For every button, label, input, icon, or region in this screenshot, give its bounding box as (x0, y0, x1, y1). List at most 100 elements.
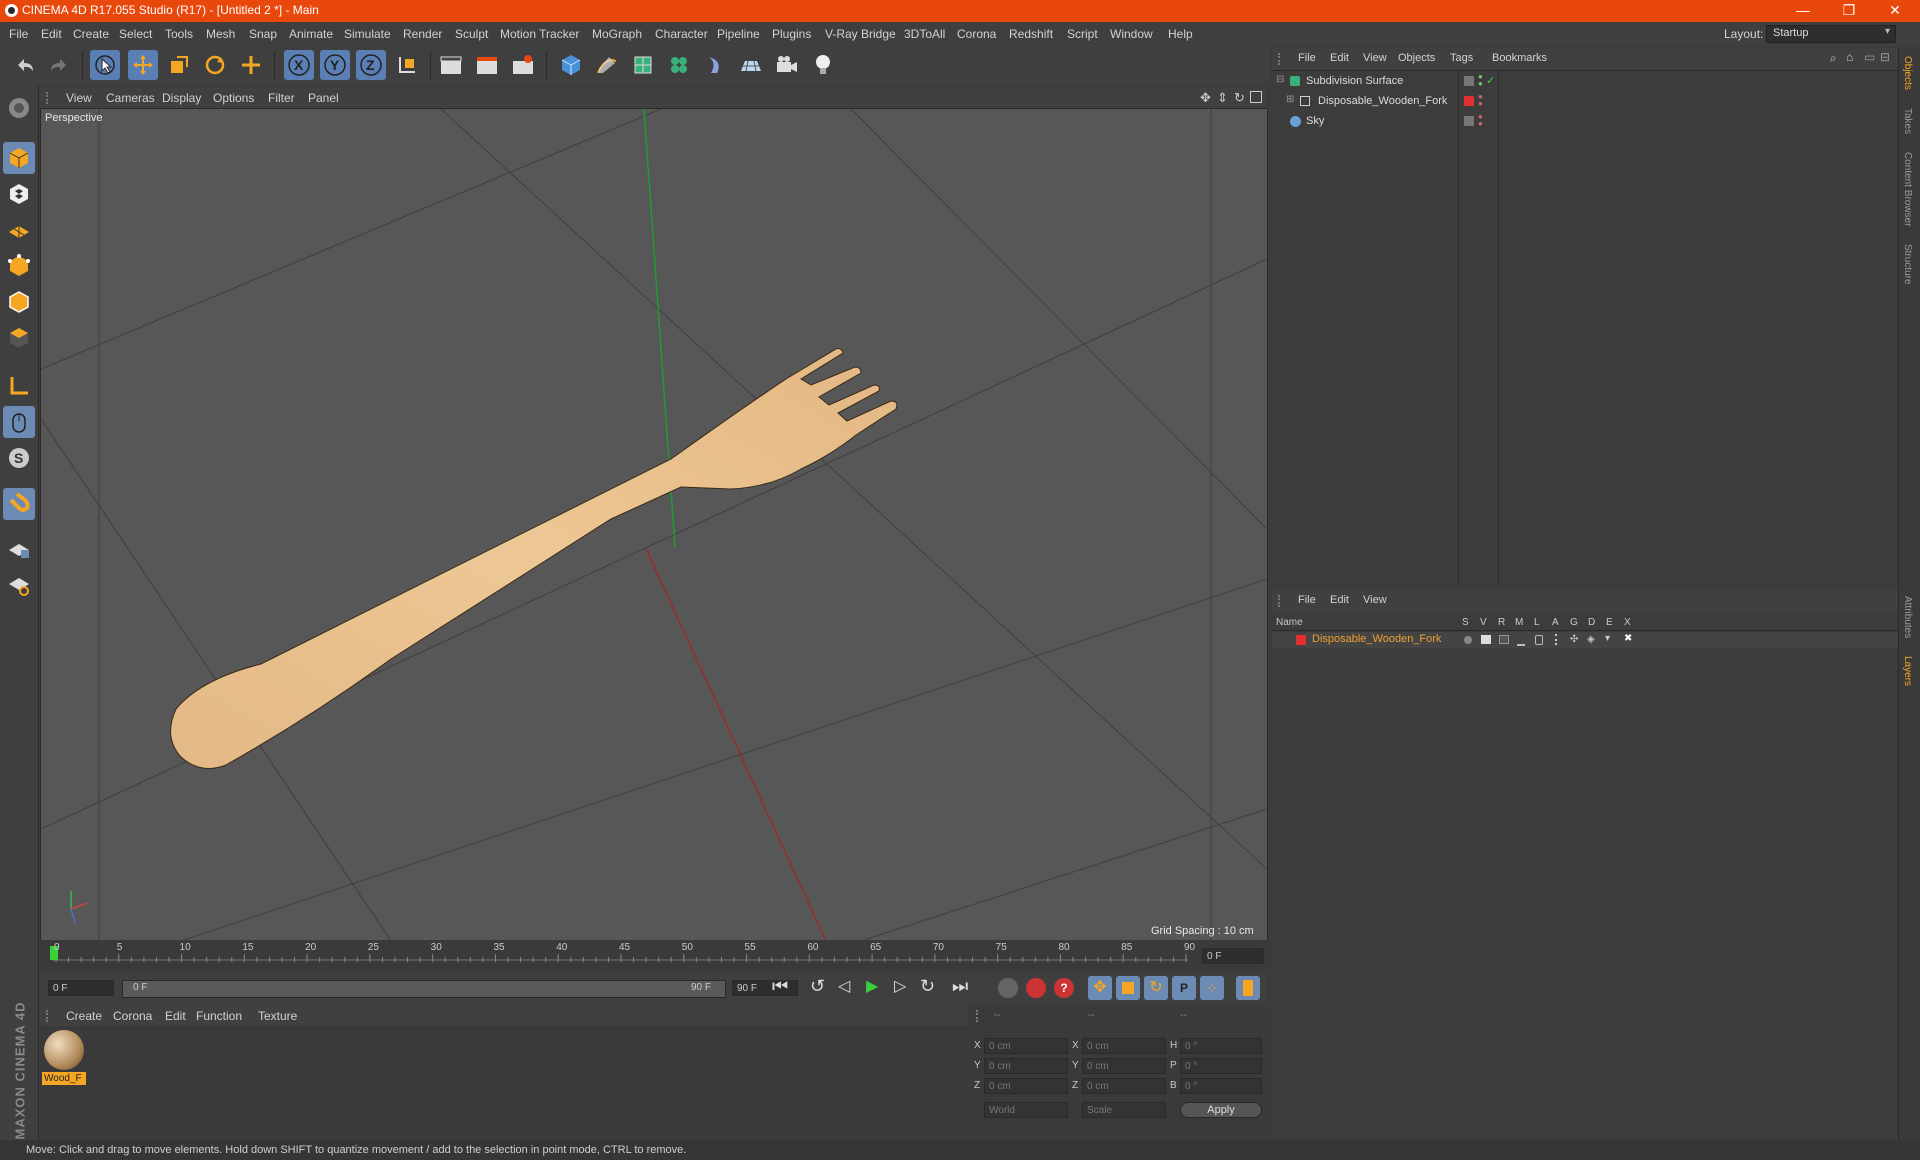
menu-render[interactable]: Render (403, 27, 442, 41)
material-swatch-wood[interactable]: Wood_F (42, 1030, 86, 1086)
coordinate-system-button[interactable] (392, 50, 422, 80)
visibility-dots-icon[interactable]: ● ● (1478, 93, 1483, 108)
menu-help[interactable]: Help (1168, 27, 1193, 41)
search-icon[interactable]: ⌕ (1830, 51, 1837, 66)
object-row-sky[interactable]: Sky ● ● (1272, 113, 1898, 131)
solo-toggle-icon[interactable] (1464, 636, 1472, 644)
coordinate-mode-dropdown[interactable]: World (984, 1102, 1068, 1118)
3d-viewport[interactable]: Perspective Grid Spacing : 10 cm (40, 108, 1268, 942)
menu-3dtoall[interactable]: 3DToAll (904, 27, 945, 41)
apply-button[interactable]: Apply (1180, 1102, 1262, 1118)
enabled-check-icon[interactable]: ✓ (1486, 74, 1495, 87)
size-mode-dropdown[interactable]: Scale (1082, 1102, 1166, 1118)
rot-p-field[interactable]: 0 ° (1180, 1058, 1262, 1074)
manager-toggle-icon[interactable] (1517, 635, 1525, 646)
current-frame-field[interactable]: 0 F (1202, 948, 1264, 964)
menu-animate[interactable]: Animate (289, 27, 333, 41)
material-menu-create[interactable]: Create (66, 1009, 102, 1023)
animation-toggle-icon[interactable] (1555, 634, 1560, 645)
rot-b-field[interactable]: 0 ° (1180, 1078, 1262, 1094)
layer-color-icon[interactable] (1464, 96, 1474, 106)
size-x-field[interactable]: 0 cm (1082, 1038, 1166, 1054)
menu-mesh[interactable]: Mesh (206, 27, 235, 41)
layer-color-icon[interactable] (1464, 76, 1474, 86)
menu-window[interactable]: Window (1110, 27, 1153, 41)
polygons-mode-button[interactable] (3, 322, 35, 354)
layer-col-s[interactable]: S (1462, 617, 1469, 628)
new-view-icon[interactable]: ▭ (1864, 50, 1875, 64)
layer-menu-view[interactable]: View (1363, 594, 1387, 606)
scale-tool-button[interactable] (164, 50, 194, 80)
next-keyframe-icon[interactable]: ↻ (920, 976, 935, 997)
material-menu-function[interactable]: Function (196, 1009, 242, 1023)
layer-color-icon[interactable] (1464, 116, 1474, 126)
object-menu-view[interactable]: View (1363, 52, 1387, 64)
menu-script[interactable]: Script (1067, 27, 1098, 41)
viewport-menu-display[interactable]: Display (162, 91, 201, 105)
menu-sculpt[interactable]: Sculpt (455, 27, 488, 41)
generators-icon[interactable]: ✣ (1570, 634, 1578, 645)
viewport-menu-view[interactable]: View (66, 91, 92, 105)
object-row-subdivision-surface[interactable]: ⊟ Subdivision Surface ● ● ✓ (1272, 73, 1898, 91)
autokey-icon[interactable]: ? (1054, 978, 1074, 998)
z-axis-lock-button[interactable]: Z (356, 50, 386, 80)
tab-content-browser[interactable]: Content Browser (1902, 152, 1913, 226)
orbit-view-icon[interactable]: ↻ (1234, 90, 1245, 106)
add-cube-button[interactable] (556, 50, 586, 80)
render-toggle-icon[interactable] (1499, 635, 1509, 644)
minimize-button[interactable]: — (1780, 0, 1826, 22)
record-keyframe-icon[interactable] (1026, 978, 1046, 998)
layout-dropdown[interactable]: Startup ▾ (1766, 25, 1896, 43)
key-scale-icon[interactable] (1116, 976, 1140, 1000)
viewport-menu-options[interactable]: Options (213, 91, 254, 105)
tab-attributes[interactable]: Attributes (1902, 596, 1913, 638)
deformers-icon[interactable]: ◈ (1587, 634, 1595, 645)
magnet-tool-button[interactable] (3, 488, 35, 520)
material-menu-corona[interactable]: Corona (113, 1009, 152, 1023)
xref-icon[interactable]: ✖ (1624, 633, 1632, 644)
tab-layers[interactable]: Layers (1902, 656, 1913, 686)
make-editable-button[interactable] (3, 92, 35, 124)
menu-character[interactable]: Character (655, 27, 708, 41)
x-axis-lock-button[interactable]: X (284, 50, 314, 80)
menu-simulate[interactable]: Simulate (344, 27, 391, 41)
menu-file[interactable]: File (9, 27, 28, 41)
menu-corona[interactable]: Corona (957, 27, 996, 41)
material-menu-texture[interactable]: Texture (258, 1009, 297, 1023)
menu-redshift[interactable]: Redshift (1009, 27, 1053, 41)
key-position-icon[interactable]: ✥ (1088, 976, 1112, 1000)
size-y-field[interactable]: 0 cm (1082, 1058, 1166, 1074)
key-parameter-icon[interactable]: P (1172, 976, 1196, 1000)
object-row-disposable-wooden-fork[interactable]: ⊞ Disposable_Wooden_Fork ● ● (1272, 93, 1898, 111)
menu-edit[interactable]: Edit (41, 27, 62, 41)
menu-create[interactable]: Create (73, 27, 109, 41)
go-to-end-icon[interactable]: ⏭ (952, 976, 968, 997)
menu-pipeline[interactable]: Pipeline (717, 27, 760, 41)
size-z-field[interactable]: 0 cm (1082, 1078, 1166, 1094)
timeline-ruler[interactable]: 0 F 0 5 10 15 20 25 30 35 40 45 50 55 60 65 70 75 80 85 90 (40, 940, 1266, 970)
play-icon[interactable]: ▶ (866, 976, 878, 996)
layer-col-d[interactable]: D (1588, 617, 1595, 628)
layer-col-m[interactable]: M (1515, 617, 1523, 628)
key-pla-icon[interactable]: ⁘ (1200, 976, 1224, 1000)
close-button[interactable]: ✕ (1872, 0, 1918, 22)
viewport-menu-panel[interactable]: Panel (308, 91, 339, 105)
menu-mograph[interactable]: MoGraph (592, 27, 642, 41)
timeline-window-icon[interactable] (1236, 976, 1260, 1000)
visibility-dots-icon[interactable]: ● ● (1478, 113, 1483, 128)
redo-button[interactable] (44, 50, 74, 80)
layer-menu-edit[interactable]: Edit (1330, 594, 1349, 606)
object-menu-file[interactable]: File (1298, 52, 1316, 64)
dolly-view-icon[interactable]: ⇕ (1217, 90, 1228, 106)
enable-axis-button[interactable] (3, 370, 35, 402)
viewport-menu-filter[interactable]: Filter (268, 91, 295, 105)
render-settings-button[interactable] (508, 50, 538, 80)
pos-y-field[interactable]: 0 cm (984, 1058, 1068, 1074)
expressions-icon[interactable]: ▾ (1605, 633, 1610, 644)
workplane-mode-button[interactable] (3, 214, 35, 246)
tab-objects[interactable]: Objects (1902, 56, 1913, 90)
layer-row[interactable]: Disposable_Wooden_Fork ✣ ◈ ▾ ✖ (1272, 632, 1898, 648)
tab-takes[interactable]: Takes (1902, 108, 1913, 134)
menu-motion-tracker[interactable]: Motion Tracker (500, 27, 579, 41)
add-camera-button[interactable] (772, 50, 802, 80)
